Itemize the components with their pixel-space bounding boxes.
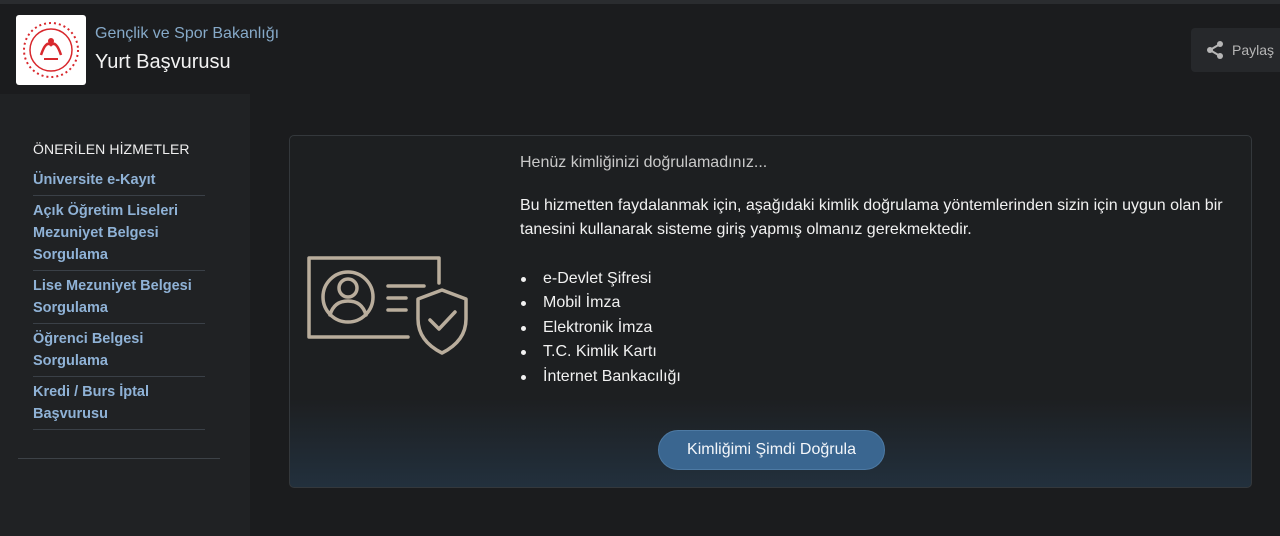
org-name[interactable]: Gençlik ve Spor Bakanlığı	[95, 25, 279, 43]
verify-identity-button[interactable]: Kimliğimi Şimdi Doğrula	[658, 430, 885, 470]
auth-methods-list: e-Devlet Şifresi Mobil İmza Elektronik İ…	[520, 267, 681, 389]
share-button[interactable]: Paylaş	[1191, 28, 1280, 72]
list-item: Elektronik İmza	[520, 316, 681, 340]
page-title: Yurt Başvurusu	[95, 51, 231, 73]
list-item: e-Devlet Şifresi	[520, 267, 681, 291]
list-item: Mobil İmza	[520, 291, 681, 315]
sidebar-heading: ÖNERİLEN HİZMETLER	[33, 141, 190, 157]
sidebar: ÖNERİLEN HİZMETLER Üniversite e-Kayıt Aç…	[0, 94, 250, 536]
list-item: T.C. Kimlik Kartı	[520, 340, 681, 364]
sidebar-item-ogrenci-belgesi[interactable]: Öğrenci Belgesi Sorgulama	[33, 324, 205, 377]
list-item: İnternet Bankacılığı	[520, 365, 681, 389]
page-header: Gençlik ve Spor Bakanlığı Yurt Başvurusu…	[0, 4, 1280, 94]
sidebar-item-kredi-burs-iptal[interactable]: Kredi / Burs İptal Başvurusu	[33, 377, 205, 430]
notice-title: Henüz kimliğinizi doğrulamadınız...	[520, 154, 768, 171]
ministry-logo-icon[interactable]	[16, 15, 86, 85]
recommended-services-list: Üniversite e-Kayıt Açık Öğretim Liseleri…	[33, 165, 205, 430]
sidebar-item-universite-e-kayit[interactable]: Üniversite e-Kayıt	[33, 165, 205, 196]
sidebar-item-lise-mezuniyet[interactable]: Lise Mezuniyet Belgesi Sorgulama	[33, 271, 205, 324]
share-label: Paylaş	[1232, 42, 1275, 58]
share-icon	[1207, 41, 1223, 59]
sidebar-divider	[18, 458, 220, 459]
login-required-card: Henüz kimliğinizi doğrulamadınız... Bu h…	[289, 135, 1252, 488]
id-card-shield-icon	[306, 255, 471, 362]
sidebar-item-acik-ogretim-mezuniyet[interactable]: Açık Öğretim Liseleri Mezuniyet Belgesi …	[33, 196, 205, 271]
notice-text: Bu hizmetten faydalanmak için, aşağıdaki…	[520, 197, 1223, 238]
